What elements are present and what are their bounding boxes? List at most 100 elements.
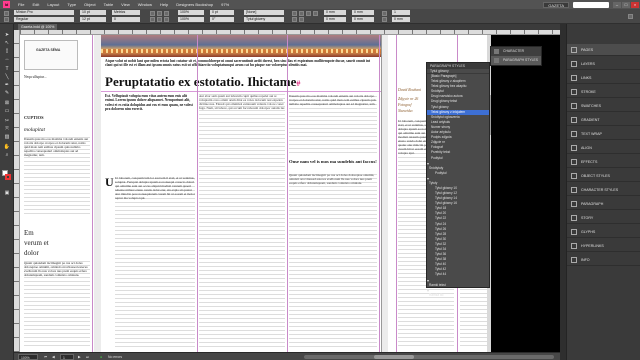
hand-tool-icon[interactable]: ✋	[3, 144, 11, 151]
style-group-item[interactable]: Ramka tło	[427, 293, 489, 298]
align-center-icon[interactable]	[299, 11, 304, 16]
help-search-input[interactable]	[573, 1, 609, 8]
menu-view[interactable]: View	[117, 0, 134, 9]
minimize-icon[interactable]: –	[613, 1, 621, 8]
superscript-icon[interactable]	[150, 17, 155, 22]
pasteboard[interactable]: GAZETA SÉMA Nequ ulluptur... CUPTIOS mol…	[20, 35, 487, 352]
gap-tool-icon[interactable]: ↔	[3, 56, 11, 63]
lead-paragraph[interactable]: Est. Velluptasit volupta eum vitas autem…	[105, 94, 195, 112]
font-family-field[interactable]: Minion Pro	[14, 10, 74, 15]
scissors-tool-icon[interactable]: ✂	[3, 118, 11, 125]
gradient-tool-icon[interactable]: ▨	[3, 134, 11, 141]
subhead[interactable]: Onse nam vel is mos ma sundebis ant facc…	[289, 159, 377, 164]
pencil-tool-icon[interactable]: ✎	[3, 90, 11, 97]
char-style-select[interactable]: [None]	[244, 10, 284, 15]
panel-menu-icon[interactable]	[628, 14, 633, 19]
paragraph-style-item[interactable]: Tytuł 44	[427, 272, 489, 277]
selection-tool-icon[interactable]: ➤	[3, 32, 11, 39]
left-page[interactable]: GAZETA SÉMA Nequ ulluptur... CUPTIOS mol…	[20, 35, 94, 352]
photo-caption[interactable]: Atque volut nt nobit lant que milen ecto…	[105, 59, 377, 67]
zoom-tool-icon[interactable]: ⌕	[3, 152, 11, 159]
body-column-1[interactable]: Ut laborem, conquam lam lor assi tem il …	[115, 176, 195, 350]
horizontal-scrollbar[interactable]	[304, 355, 554, 359]
underline-icon[interactable]	[164, 11, 169, 16]
zoom-level-field[interactable]: 100%	[18, 354, 38, 360]
paragraph-styles-panel-button[interactable]: Paragraph Styles	[491, 56, 541, 65]
previous-page-icon[interactable]: ◀	[52, 354, 55, 360]
vertical-scale-field[interactable]: 100%	[178, 10, 204, 15]
small-caps-icon[interactable]	[157, 11, 162, 16]
left-indent-field[interactable]: 0 mm	[324, 10, 346, 15]
character-panel-button[interactable]: Character	[491, 47, 541, 56]
page-tool-icon[interactable]: ▯	[3, 48, 11, 55]
tracking-field[interactable]: 0	[112, 17, 140, 22]
skew-field[interactable]: 0°	[210, 17, 234, 22]
kerning-field[interactable]: Metrics	[112, 10, 140, 15]
menu-edit[interactable]: Edit	[28, 0, 43, 9]
body-column-3b[interactable]: Quunt quiandam incimagnit pa cus aci dol…	[289, 173, 377, 350]
dock-panel-character-styles[interactable]: Character Styles	[567, 184, 640, 196]
type-tool-icon[interactable]: T	[3, 66, 11, 73]
folder-arrow-icon[interactable]: ▾	[427, 288, 429, 293]
hyphenate-field[interactable]: 0 mm	[392, 17, 410, 22]
menu-table[interactable]: Table	[100, 0, 118, 9]
direct-selection-tool-icon[interactable]: ↖	[3, 40, 11, 47]
menu-file[interactable]: File	[14, 0, 28, 9]
font-style-field[interactable]: Regular	[14, 17, 74, 22]
char-mode-icon[interactable]	[4, 11, 9, 16]
bullets-icon[interactable]	[292, 17, 297, 22]
dropcap-icon[interactable]	[382, 11, 387, 16]
paragraph-style-item[interactable]: Podtytuł	[427, 171, 489, 176]
leading-field[interactable]: 12 pt	[80, 17, 106, 22]
first-page-icon[interactable]: ⏮	[44, 354, 47, 360]
dock-panel-glyphs[interactable]: Glyphs	[567, 226, 640, 238]
strikethrough-icon[interactable]	[164, 17, 169, 22]
stroke-swatch[interactable]	[5, 174, 11, 180]
thumbnail-frame[interactable]	[24, 40, 78, 70]
font-size-field[interactable]: 10 pt	[80, 10, 106, 15]
dock-panel-gradient[interactable]: Gradient	[567, 114, 640, 126]
line-tool-icon[interactable]: ╲	[3, 74, 11, 81]
transform-tool-icon[interactable]: ⤧	[3, 126, 11, 133]
last-page-icon[interactable]: ⏭	[86, 354, 89, 360]
right-indent-field[interactable]: 0 mm	[352, 10, 374, 15]
maximize-icon[interactable]: □	[622, 1, 630, 8]
dock-panel-stroke[interactable]: Stroke	[567, 86, 640, 98]
paragraph-style-item[interactable]: Podtytuł	[427, 156, 489, 161]
horizontal-scale-field[interactable]: 100%	[178, 17, 204, 22]
pen-tool-icon[interactable]: ✒	[3, 82, 11, 89]
dock-panel-layers[interactable]: Layers	[567, 58, 640, 70]
dock-panel-pages[interactable]: Pages	[567, 44, 640, 56]
align-left-icon[interactable]	[292, 11, 297, 16]
headline[interactable]: Peruptatatio ex estotatio. Ihictame#	[105, 74, 385, 91]
screen-mode-icon[interactable]: ▣	[3, 190, 11, 197]
para-mode-icon[interactable]	[4, 17, 9, 22]
zoom-menu[interactable]: 97%	[217, 0, 233, 9]
subscript-icon[interactable]	[157, 17, 162, 22]
dock-panel-story[interactable]: Story	[567, 212, 640, 224]
dock-panel-swatches[interactable]: Swatches	[567, 100, 640, 112]
menu-type[interactable]: Type	[63, 0, 80, 9]
dock-panel-info[interactable]: Info	[567, 254, 640, 266]
horizontal-scroll-thumb[interactable]	[374, 355, 414, 359]
folder-arrow-icon[interactable]: ▾	[427, 278, 429, 283]
folder-arrow-icon[interactable]: ▾	[427, 161, 429, 166]
first-indent-field[interactable]: 0 mm	[324, 17, 346, 22]
align-right-icon[interactable]	[306, 11, 311, 16]
bridge-label[interactable]: Designers Bookshop	[172, 0, 217, 9]
dock-panel-hyperlinks[interactable]: Hyperlinks	[567, 240, 640, 252]
rectangle-frame-tool-icon[interactable]: ⊠	[3, 100, 11, 107]
dock-panel-paragraph[interactable]: Paragraph	[567, 198, 640, 210]
baseline-shift-field[interactable]: 0 pt	[210, 10, 234, 15]
menu-layout[interactable]: Layout	[43, 0, 63, 9]
numbering-icon[interactable]	[299, 17, 304, 22]
all-caps-icon[interactable]	[150, 11, 155, 16]
preflight-status-icon[interactable]: ●	[100, 354, 102, 360]
dock-panel-object-styles[interactable]: Object Styles	[567, 170, 640, 182]
dock-panel-effects[interactable]: Effects	[567, 156, 640, 168]
columns-field[interactable]: 1	[392, 10, 410, 15]
rectangle-tool-icon[interactable]: ▭	[3, 108, 11, 115]
page-number-field[interactable]: 1	[60, 354, 74, 360]
justify-icon[interactable]	[313, 11, 318, 16]
space-after-field[interactable]: 0 mm	[352, 17, 374, 22]
